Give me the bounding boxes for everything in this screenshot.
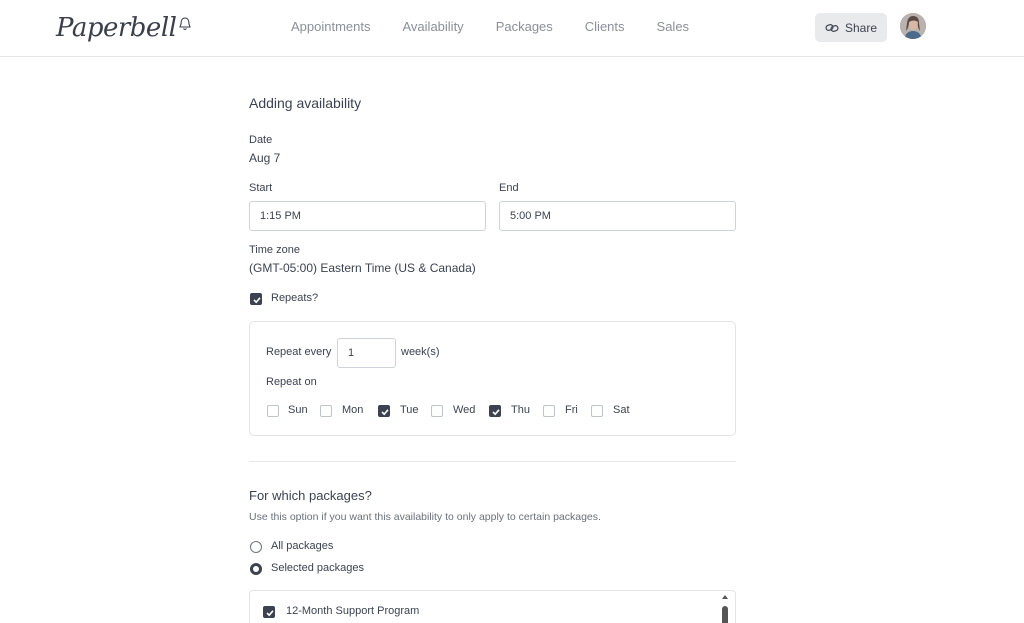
timezone-label: Time zone [249, 244, 300, 256]
day-label-thu: Thu [511, 404, 530, 416]
scroll-up-arrow-icon[interactable] [722, 595, 728, 599]
day-label-sun: Sun [288, 404, 308, 416]
top-navbar: Paperbell Appointments Availability Pack… [0, 0, 1024, 57]
nav-clients[interactable]: Clients [585, 19, 625, 34]
package-list[interactable]: 12-Month Support Program [249, 590, 736, 623]
share-label: Share [844, 20, 878, 35]
selected-packages-label: Selected packages [271, 562, 364, 574]
repeat-every-input[interactable]: 1 [337, 338, 396, 368]
day-label-tue: Tue [400, 404, 419, 416]
link-icon [825, 23, 839, 32]
avatar-image [900, 13, 926, 39]
day-checkbox-thu[interactable] [489, 405, 501, 417]
timezone-value: (GMT-05:00) Eastern Time (US & Canada) [249, 261, 476, 275]
nav-availability[interactable]: Availability [403, 19, 464, 34]
packages-help-text: Use this option if you want this availab… [249, 511, 601, 523]
date-value: Aug 7 [249, 151, 281, 165]
package-label: 12-Month Support Program [286, 605, 420, 617]
check-icon [253, 297, 261, 304]
paperbell-logo[interactable]: Paperbell [56, 8, 192, 48]
repeats-label: Repeats? [271, 292, 319, 304]
scrollbar-thumb[interactable] [722, 606, 728, 623]
all-packages-label: All packages [271, 540, 334, 552]
day-checkbox-fri[interactable] [543, 405, 555, 417]
nav-appointments[interactable]: Appointments [291, 19, 371, 34]
repeat-on-label: Repeat on [266, 376, 317, 388]
repeat-unit-label: week(s) [401, 346, 440, 358]
day-checkbox-sat[interactable] [591, 405, 603, 417]
day-checkbox-sun[interactable] [267, 405, 279, 417]
bell-icon [179, 17, 192, 31]
user-avatar[interactable] [900, 13, 926, 39]
day-checkbox-tue[interactable] [378, 405, 390, 417]
repeat-settings-panel: Repeat every 1 week(s) Repeat on Sun Mon… [249, 321, 736, 436]
main-nav: Appointments Availability Packages Clien… [291, 19, 689, 34]
nav-sales[interactable]: Sales [657, 19, 690, 34]
section-divider [249, 461, 736, 462]
check-icon [492, 409, 500, 416]
nav-packages[interactable]: Packages [496, 19, 553, 34]
logo-text: Paperbell [56, 13, 177, 43]
repeat-every-label: Repeat every [266, 346, 332, 358]
selected-packages-radio[interactable] [250, 563, 262, 575]
start-time-input[interactable]: 1:15 PM [249, 201, 486, 231]
date-label: Date [249, 134, 273, 146]
packages-section-title: For which packages? [249, 488, 372, 503]
day-checkbox-mon[interactable] [320, 405, 332, 417]
all-packages-radio[interactable] [250, 541, 262, 553]
day-checkbox-wed[interactable] [431, 405, 443, 417]
check-icon [266, 610, 274, 617]
page-title: Adding availability [249, 95, 362, 111]
repeats-checkbox[interactable] [250, 293, 262, 305]
end-label: End [499, 182, 519, 194]
day-label-fri: Fri [565, 404, 578, 416]
day-label-sat: Sat [613, 404, 630, 416]
check-icon [381, 409, 389, 416]
share-button[interactable]: Share [815, 13, 887, 42]
package-checkbox[interactable] [263, 606, 275, 618]
end-time-input[interactable]: 5:00 PM [499, 201, 736, 231]
start-label: Start [249, 182, 273, 194]
day-label-wed: Wed [453, 404, 476, 416]
day-label-mon: Mon [342, 404, 364, 416]
